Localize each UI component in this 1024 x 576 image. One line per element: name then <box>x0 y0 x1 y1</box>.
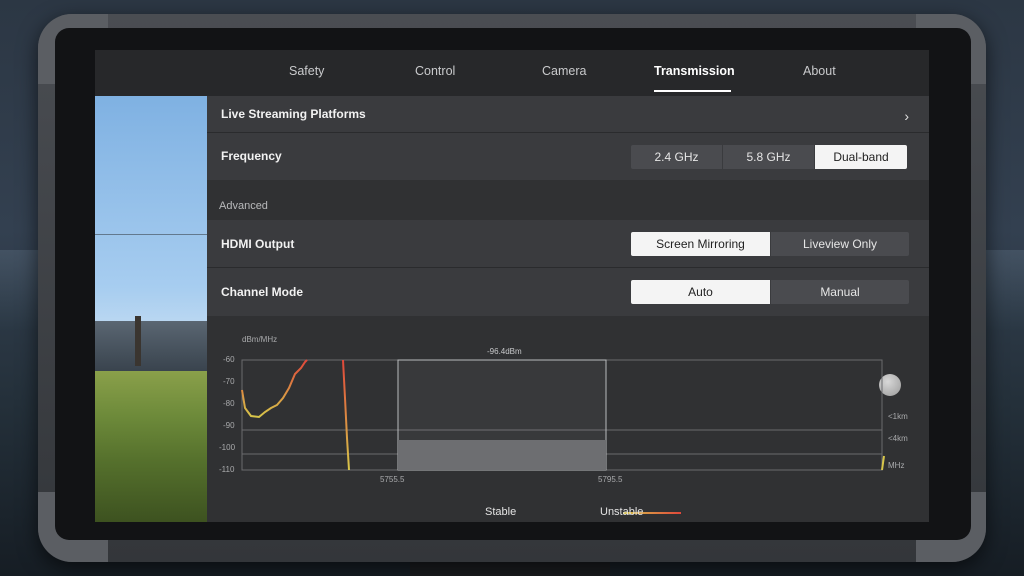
hdmi-output-row: HDMI Output Screen Mirroring Liveview On… <box>207 220 929 267</box>
x-tick-label: 5755.5 <box>380 475 405 484</box>
channel-option-auto[interactable]: Auto <box>631 280 771 304</box>
legend-stable-label: Stable <box>485 506 517 518</box>
channel-mode-selector: Auto Manual <box>631 280 909 304</box>
y-tick-labels: -60 -70 -80 -90 -100 -110 <box>219 355 236 474</box>
advanced-section-header: Advanced <box>219 200 268 212</box>
frequency-selector: 2.4 GHz 5.8 GHz Dual-band <box>631 145 907 169</box>
x-tick-label: 5795.5 <box>598 475 623 484</box>
transmission-panel: Live Streaming Platforms › Frequency 2.4… <box>207 96 929 522</box>
settings-tab-bar: Safety Control Camera Transmission About <box>95 50 929 96</box>
distance-label: <1km <box>888 412 908 421</box>
grass-area <box>95 371 207 522</box>
distance-label: <4km <box>888 434 908 443</box>
frequency-row: Frequency 2.4 GHz 5.8 GHz Dual-band <box>207 133 929 180</box>
y-tick-label: -90 <box>223 421 235 430</box>
y-axis-label: dBm/MHz <box>242 335 277 344</box>
spectrum-line-left <box>241 359 308 419</box>
y-tick-label: -60 <box>223 355 235 364</box>
spectrum-chart: dBm/MHz -60 -70 -80 -90 -100 -110 -96.4d… <box>207 328 929 522</box>
tab-control[interactable]: Control <box>415 64 455 78</box>
y-tick-label: -100 <box>219 443 236 452</box>
tab-transmission[interactable]: Transmission <box>654 64 735 78</box>
app-screen: Safety Control Camera Transmission About… <box>95 50 929 522</box>
hdmi-output-label: HDMI Output <box>221 237 295 251</box>
tab-camera[interactable]: Camera <box>542 64 586 78</box>
frequency-option-5-8ghz[interactable]: 5.8 GHz <box>723 145 815 169</box>
frequency-option-dual-band[interactable]: Dual-band <box>815 145 907 169</box>
frequency-option-2-4ghz[interactable]: 2.4 GHz <box>631 145 723 169</box>
hdmi-option-liveview-only[interactable]: Liveview Only <box>771 232 909 256</box>
dock-post <box>135 316 141 366</box>
hdmi-output-selector: Screen Mirroring Liveview Only <box>631 232 909 256</box>
y-tick-label: -70 <box>223 377 235 386</box>
chevron-right-icon: › <box>904 108 909 124</box>
y-tick-label: -110 <box>219 465 235 474</box>
spectrum-chart-svg: dBm/MHz -60 -70 -80 -90 -100 -110 -96.4d… <box>219 335 908 484</box>
active-tab-indicator <box>654 90 731 92</box>
selected-band-value: -96.4dBm <box>487 347 522 356</box>
dock-area <box>95 321 207 376</box>
y-tick-label: -80 <box>223 399 235 408</box>
frequency-label: Frequency <box>221 149 282 163</box>
selected-band-noise <box>398 440 606 470</box>
power-line <box>95 234 207 235</box>
x-axis-unit-label: MHz <box>888 461 904 470</box>
tab-about[interactable]: About <box>803 64 836 78</box>
tab-safety[interactable]: Safety <box>289 64 324 78</box>
live-streaming-label: Live Streaming Platforms <box>221 107 366 121</box>
legend-unstable-label: Unstable <box>600 506 644 518</box>
channel-mode-row: Channel Mode Auto Manual <box>207 268 929 316</box>
hdmi-option-screen-mirroring[interactable]: Screen Mirroring <box>631 232 771 256</box>
live-streaming-row[interactable]: Live Streaming Platforms › <box>207 96 929 132</box>
channel-mode-label: Channel Mode <box>221 285 304 299</box>
channel-option-manual[interactable]: Manual <box>771 280 909 304</box>
camera-liveview[interactable] <box>95 96 207 522</box>
